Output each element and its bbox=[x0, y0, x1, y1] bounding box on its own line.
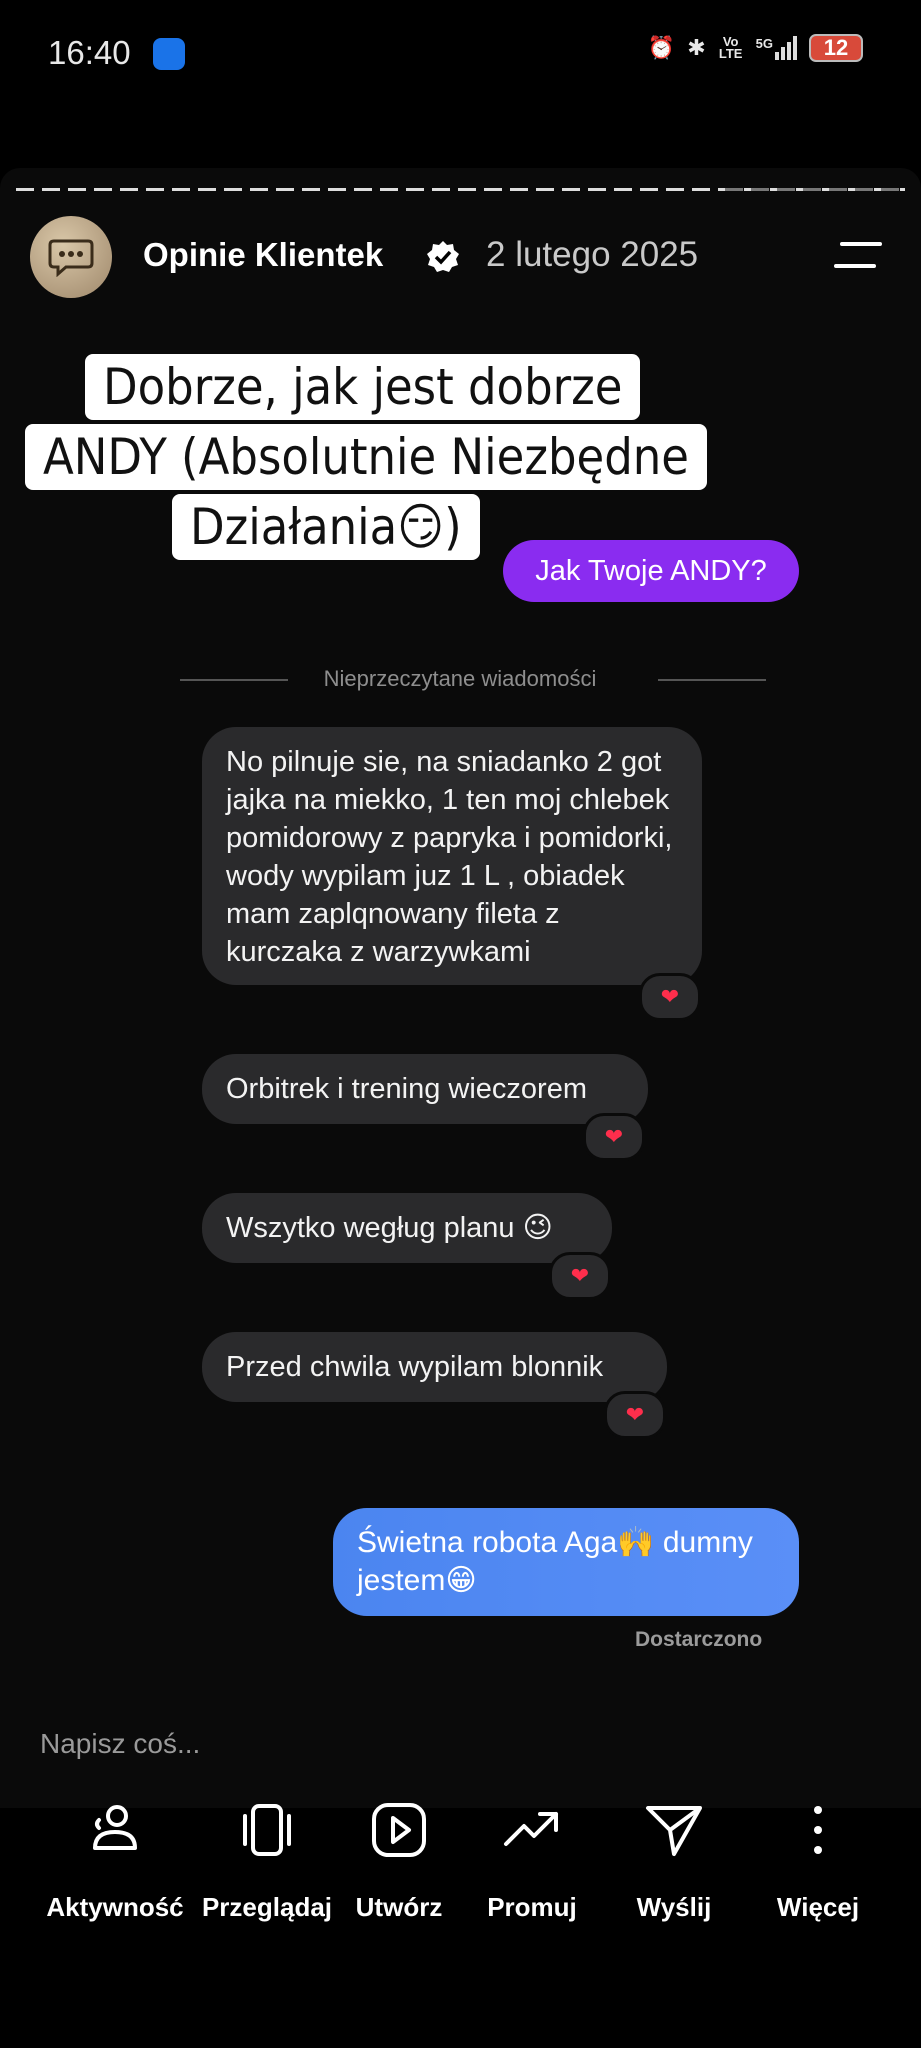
unread-divider: Nieprzeczytane wiadomości bbox=[323, 666, 597, 691]
battery-indicator: 12 bbox=[809, 34, 863, 62]
send-button[interactable]: Wyślij bbox=[614, 1800, 734, 1923]
status-icons: ⏰ ✱ Vo LTE 5G 12 bbox=[648, 34, 863, 62]
send-icon bbox=[646, 1806, 702, 1856]
more-label: Więcej bbox=[776, 1892, 860, 1922]
caption-line-3: Działania😏) bbox=[172, 494, 480, 560]
create-button[interactable]: Utwórz bbox=[339, 1800, 459, 1923]
message-bubble[interactable]: Orbitrek i trening wieczorem bbox=[202, 1054, 648, 1124]
activity-icon bbox=[93, 1805, 137, 1850]
message-bubble[interactable]: Przed chwila wypilam blonnik bbox=[202, 1332, 667, 1402]
verified-badge-icon bbox=[427, 241, 459, 272]
menu-icon[interactable] bbox=[832, 240, 884, 270]
notification-app-icon bbox=[153, 38, 185, 70]
sent-message-bubble[interactable]: Świetna robota Aga🙌 dumny jestem😁 bbox=[333, 1508, 799, 1616]
heart-reaction-icon[interactable]: ❤ bbox=[639, 973, 701, 1021]
create-label: Utwórz bbox=[355, 1892, 443, 1922]
story-progress-remaining bbox=[725, 188, 905, 191]
send-label: Wyślij bbox=[636, 1892, 712, 1922]
account-name[interactable]: Opinie Klientek bbox=[143, 236, 383, 274]
question-sticker[interactable]: Jak Twoje ANDY? bbox=[503, 540, 799, 602]
heart-reaction-icon[interactable]: ❤ bbox=[549, 1252, 611, 1300]
caption-line-2: ANDY (Absolutnie Niezbędne bbox=[25, 424, 707, 490]
divider-line-right bbox=[658, 679, 766, 681]
chat-bubble-icon bbox=[48, 239, 94, 277]
message-bubble[interactable]: Wszytko wegług planu 😉 bbox=[202, 1193, 612, 1263]
alarm-icon: ⏰ bbox=[647, 35, 676, 60]
message-input[interactable]: Napisz coś... bbox=[40, 1728, 200, 1760]
divider-line-left bbox=[180, 679, 288, 681]
delivery-status: Dostarczono bbox=[635, 1628, 763, 1651]
avatar[interactable] bbox=[30, 216, 112, 298]
caption-line-1: Dobrze, jak jest dobrze bbox=[85, 354, 641, 420]
browse-icon bbox=[243, 1804, 291, 1856]
more-button[interactable]: Więcej bbox=[758, 1800, 878, 1923]
promote-icon bbox=[504, 1812, 558, 1846]
more-icon bbox=[814, 1806, 822, 1854]
message-bubble[interactable]: No pilnuje sie, na sniadanko 2 got jajka… bbox=[202, 727, 702, 985]
bluetooth-icon: ✱ bbox=[687, 35, 706, 60]
activity-button[interactable]: Aktywność bbox=[46, 1800, 184, 1923]
network-label: 5G bbox=[755, 36, 773, 51]
promote-button[interactable]: Promuj bbox=[472, 1800, 592, 1923]
browse-button[interactable]: Przeglądaj bbox=[202, 1800, 332, 1923]
activity-label: Aktywność bbox=[46, 1892, 184, 1922]
heart-reaction-icon[interactable]: ❤ bbox=[583, 1113, 645, 1161]
promote-label: Promuj bbox=[487, 1892, 577, 1922]
browse-label: Przeglądaj bbox=[201, 1892, 333, 1922]
signal-icon: 5G bbox=[756, 36, 797, 60]
volte-label: Vo LTE bbox=[718, 34, 743, 61]
create-icon bbox=[372, 1803, 426, 1857]
heart-reaction-icon[interactable]: ❤ bbox=[604, 1391, 666, 1439]
post-date: 2 lutego 2025 bbox=[486, 235, 699, 274]
status-time: 16:40 bbox=[48, 34, 131, 71]
